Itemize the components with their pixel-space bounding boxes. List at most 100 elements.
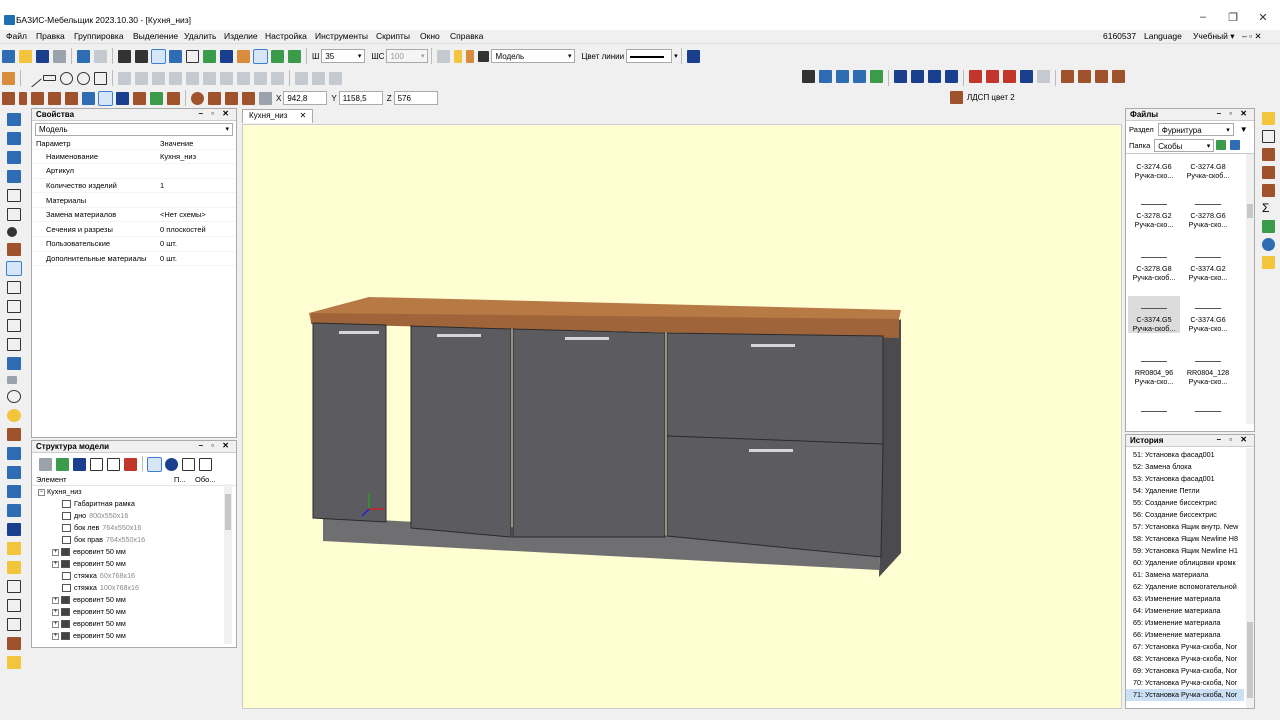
redo-icon[interactable]	[94, 49, 107, 63]
trim-icon[interactable]	[295, 71, 308, 85]
history-item[interactable]: 52: Замена блока	[1126, 461, 1244, 473]
eraser-icon[interactable]	[7, 656, 21, 669]
link-icon[interactable]	[90, 457, 103, 471]
tree-item[interactable]: стяжка 60x768x16	[32, 570, 236, 582]
expand-icon[interactable]: +	[52, 632, 59, 640]
tree-item[interactable]: дно 800x550x16	[32, 510, 236, 522]
mdi-controls[interactable]: – ▫ ✕	[1242, 31, 1262, 42]
structure-scrollbar[interactable]	[224, 484, 232, 644]
arch-icon[interactable]	[150, 91, 163, 105]
extrusion-icon[interactable]	[225, 91, 238, 105]
tree-item[interactable]: + евровинт 50 мм	[32, 546, 236, 558]
tree-item[interactable]: + евровинт 50 мм	[32, 558, 236, 570]
shaded-icon[interactable]	[6, 261, 22, 276]
zoom-all-icon[interactable]	[7, 466, 21, 479]
material-indicator[interactable]: ЛДСП цвет 2	[948, 91, 1017, 104]
menu-window[interactable]: Окно	[420, 31, 440, 41]
panel-controls[interactable]: – ▫ ✕	[199, 109, 232, 118]
panel-icon[interactable]	[19, 91, 27, 105]
eye-icon[interactable]	[165, 457, 178, 471]
circle-tool-icon[interactable]	[60, 71, 73, 85]
property-value[interactable]	[156, 192, 236, 208]
section-select[interactable]: Фурнитура ▾	[1157, 122, 1234, 136]
curve-panel-icon[interactable]	[167, 91, 180, 105]
close-icon[interactable]: ✕	[300, 111, 307, 120]
collapse-icon[interactable]: −	[38, 488, 45, 496]
menu-arrow-icon[interactable]: ▼	[1240, 125, 1248, 134]
rotate-icon[interactable]	[7, 227, 17, 237]
property-value[interactable]: 1	[156, 178, 236, 194]
facade-icon[interactable]	[82, 91, 95, 105]
door-library-icon[interactable]	[1262, 148, 1275, 161]
box-icon[interactable]	[2, 91, 15, 105]
scrollbar-thumb[interactable]	[1247, 204, 1253, 218]
history-item[interactable]: 68: Установка Ручка-скоба, Nor	[1126, 653, 1244, 665]
hardware-icon[interactable]	[133, 91, 146, 105]
history-item[interactable]: 66: Изменение материала	[1126, 629, 1244, 641]
history-item[interactable]: 64: Изменение материала	[1126, 605, 1244, 617]
section-icon[interactable]	[7, 338, 21, 351]
question-icon[interactable]	[73, 457, 86, 471]
print-icon[interactable]	[53, 49, 66, 63]
view-bottom-icon[interactable]	[7, 208, 21, 221]
property-value[interactable]: 0 шт.	[156, 251, 236, 267]
file-item[interactable]	[1128, 407, 1180, 418]
search-icon[interactable]	[7, 618, 21, 631]
align-icon[interactable]	[911, 70, 924, 83]
layout-icon[interactable]	[7, 357, 21, 370]
files-scrollbar[interactable]	[1246, 154, 1254, 424]
panel-controls[interactable]: – ▫ ✕	[1217, 109, 1250, 118]
view-top-icon[interactable]	[7, 189, 21, 202]
property-row[interactable]: Количество изделий 1	[32, 178, 236, 194]
tree-item[interactable]: стяжка 100x768x16	[32, 582, 236, 594]
chevron-down-icon[interactable]: ▾	[674, 52, 678, 60]
file-item[interactable]: С-3278.G8 Ручка-скоб...	[1128, 253, 1180, 282]
edge-icon[interactable]	[986, 70, 999, 83]
menu-scripts[interactable]: Скрипты	[376, 31, 410, 41]
drawer-icon[interactable]	[116, 91, 129, 105]
zoom-extents-icon[interactable]	[7, 485, 21, 498]
up-folder-icon[interactable]	[1216, 140, 1227, 150]
view-icon[interactable]	[853, 70, 866, 83]
edge-icon[interactable]	[1020, 70, 1033, 83]
file-item[interactable]: С-3374.G6 Ручка-ско...	[1182, 304, 1234, 333]
property-row[interactable]: Пользовательские 0 шт.	[32, 236, 236, 252]
x-input[interactable]: 942,8	[283, 91, 328, 105]
scrollbar-thumb[interactable]	[1247, 622, 1253, 698]
expand-icon[interactable]: +	[52, 620, 59, 628]
light-icon[interactable]	[7, 409, 21, 422]
eye-icon[interactable]	[1262, 238, 1275, 251]
view-front-icon[interactable]	[7, 113, 21, 126]
annotate-icon[interactable]	[7, 561, 21, 574]
panel-op-icon[interactable]	[169, 71, 182, 85]
shc-input[interactable]: 100 ▾	[386, 49, 429, 63]
tree-item[interactable]: + евровинт 50 мм	[32, 630, 236, 642]
back-panel-icon[interactable]	[48, 91, 61, 105]
scissors-icon[interactable]	[1262, 130, 1275, 143]
tree-item[interactable]: Габаритная рамка	[32, 498, 236, 510]
tree-item[interactable]: + евровинт 50 мм	[32, 594, 236, 606]
panel-op-icon[interactable]	[118, 71, 131, 85]
measure-icon[interactable]	[7, 542, 21, 555]
offset-icon[interactable]	[312, 71, 325, 85]
pin-icon[interactable]	[220, 49, 233, 63]
module-icon[interactable]	[1112, 70, 1125, 83]
tree-item[interactable]: − Кухня_низ	[32, 486, 236, 498]
zoom-window-icon[interactable]	[7, 447, 21, 460]
save-icon[interactable]	[36, 49, 49, 63]
property-value[interactable]: 0 плоскостей	[156, 221, 236, 238]
expand-icon[interactable]: +	[52, 560, 59, 568]
menu-help[interactable]: Справка	[450, 31, 483, 41]
panel-op-icon[interactable]	[186, 71, 199, 85]
panel-controls[interactable]: – ▫ ✕	[199, 441, 232, 450]
view-left-icon[interactable]	[7, 151, 21, 164]
panel-op-icon[interactable]	[135, 71, 148, 85]
history-item[interactable]: 56: Создание биссектрис	[1126, 509, 1244, 521]
layers-icon[interactable]	[437, 49, 451, 63]
edge-icon[interactable]	[1003, 70, 1016, 83]
tree-item[interactable]: бок прав 764x550x16	[32, 534, 236, 546]
scrollbar-thumb[interactable]	[225, 494, 231, 530]
property-row[interactable]: Сечения и разрезы 0 плоскостей	[32, 221, 236, 238]
file-item[interactable]: С-3374.G2 Ручка-ско...	[1182, 253, 1234, 282]
history-item[interactable]: 61: Замена материала	[1126, 569, 1244, 581]
